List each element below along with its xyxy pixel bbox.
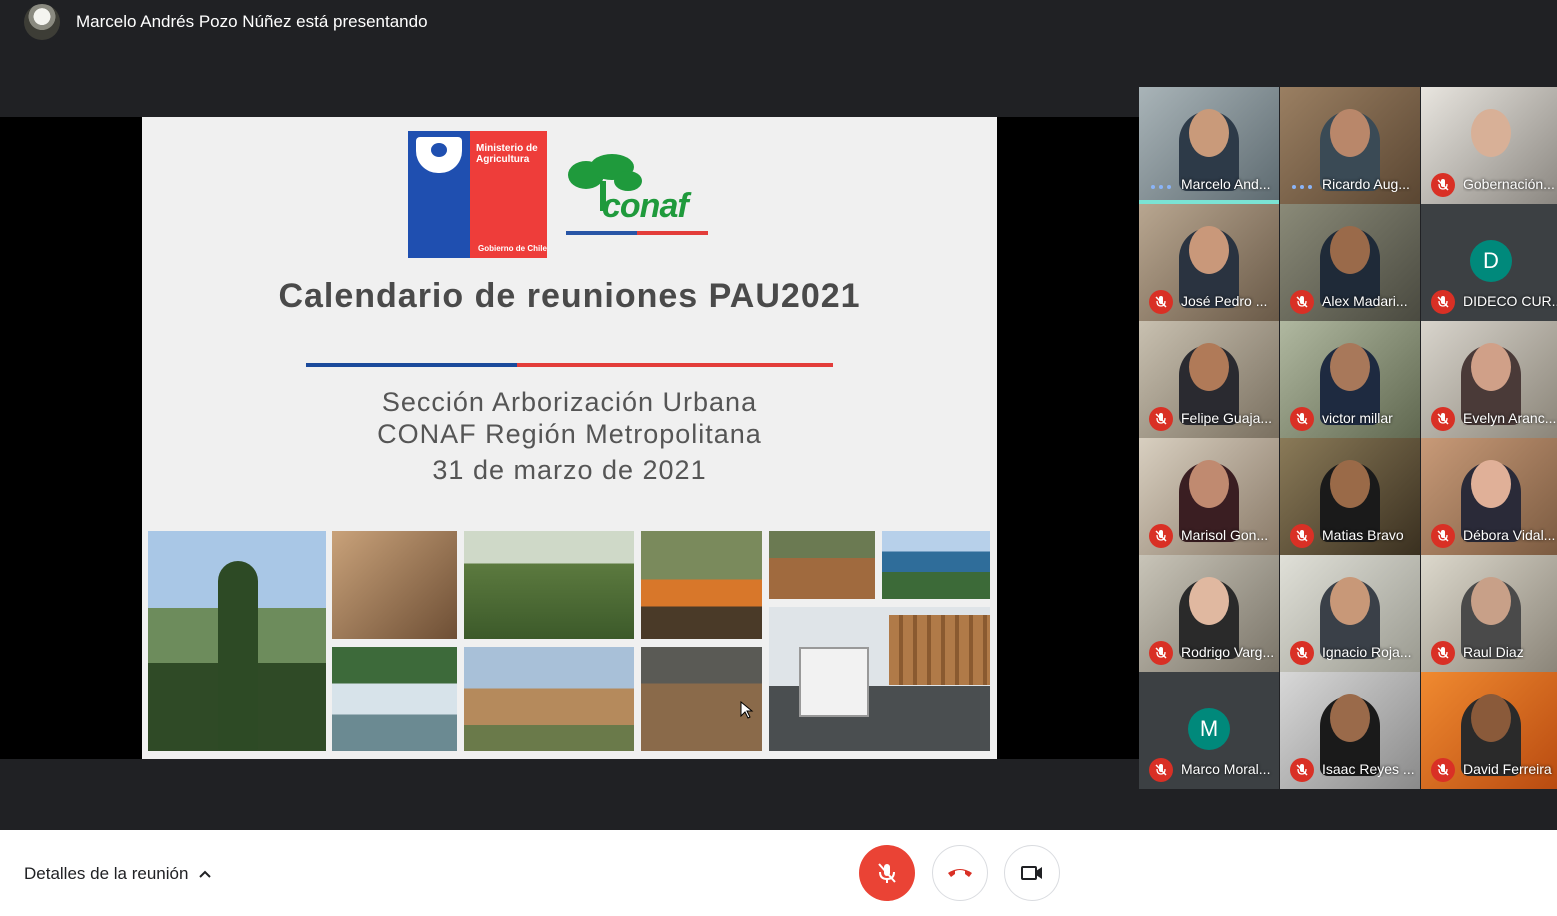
mic-off-icon — [1149, 641, 1173, 665]
participant-tile[interactable]: José Pedro ... — [1139, 204, 1279, 321]
participant-tile[interactable]: Raul Diaz — [1421, 555, 1557, 672]
slide-title: Calendario de reuniones PAU2021 — [278, 277, 861, 315]
ministry-line1: Ministerio de — [476, 143, 538, 154]
meet-window: Marcelo Andrés Pozo Núñez está presentan… — [0, 0, 1557, 916]
mic-off-icon — [1431, 173, 1455, 197]
participant-name: Marco Moral... — [1181, 761, 1271, 777]
participant-tile[interactable]: Débora Vidal... — [1421, 438, 1557, 555]
participant-tile[interactable]: victor millar — [1280, 321, 1420, 438]
gobierno-label: Gobierno de Chile — [478, 244, 547, 253]
participant-tile[interactable]: Marisol Gon... — [1139, 438, 1279, 555]
mic-off-icon — [1149, 524, 1173, 548]
slide-date: 31 de marzo de 2021 — [432, 455, 707, 485]
mouse-cursor-icon — [740, 701, 754, 719]
photo-araucaria-tree — [148, 531, 326, 751]
participant-name: DIDECO CUR... — [1463, 293, 1557, 309]
participant-name: José Pedro ... — [1181, 293, 1268, 309]
ministry-line2: Agricultura — [476, 154, 530, 165]
presentation-stage[interactable]: Ministerio de Agricultura Gobierno de Chi… — [0, 117, 1139, 759]
photo-log-truck-inspection — [769, 607, 990, 751]
slide-divider — [306, 363, 833, 367]
photo-palm-forest — [464, 531, 634, 639]
slide-subtitle-1: Sección Arborización Urbana — [381, 387, 758, 417]
gobierno-de-chile-logo: Ministerio de Agricultura Gobierno de Chi… — [408, 131, 547, 258]
participant-tile[interactable]: Rodrigo Varg... — [1139, 555, 1279, 672]
photo-lake-volcano — [882, 531, 990, 599]
presentation-slide: Ministerio de Agricultura Gobierno de Chi… — [142, 117, 997, 759]
mic-off-icon — [1149, 407, 1173, 431]
mic-off-icon — [1431, 641, 1455, 665]
presenter-bar: Marcelo Andrés Pozo Núñez está presentan… — [0, 0, 1557, 46]
participant-avatar: M — [1188, 708, 1230, 750]
mic-off-icon — [878, 863, 896, 883]
presenter-avatar — [24, 4, 60, 40]
participant-name: Ricardo Aug... — [1322, 176, 1410, 192]
participant-tile[interactable]: Matias Bravo — [1280, 438, 1420, 555]
participant-name: Raul Diaz — [1463, 644, 1524, 660]
photo-waterfall — [332, 647, 457, 751]
participant-name: Ignacio Roja... — [1322, 644, 1412, 660]
leave-call-button[interactable] — [932, 845, 988, 901]
participant-tile[interactable]: David Ferreira — [1421, 672, 1557, 789]
mic-off-icon — [1290, 524, 1314, 548]
participant-tile[interactable]: Isaac Reyes ... — [1280, 672, 1420, 789]
hang-up-icon — [948, 869, 972, 877]
photo-woodcarving — [332, 531, 457, 639]
participant-tile[interactable]: Felipe Guaja... — [1139, 321, 1279, 438]
photo-wildfire — [641, 531, 762, 639]
meeting-details-button[interactable]: Detalles de la reunión — [24, 864, 212, 884]
participant-name: victor millar — [1322, 410, 1393, 426]
mic-off-icon — [1290, 290, 1314, 314]
meeting-details-label: Detalles de la reunión — [24, 864, 189, 883]
presenter-label: Marcelo Andrés Pozo Núñez está presentan… — [76, 12, 428, 31]
conaf-logo: conaf — [566, 153, 712, 239]
photo-guanacos — [464, 647, 634, 751]
speaking-indicator-icon — [1151, 182, 1171, 192]
participant-name: Marcelo And... — [1181, 176, 1271, 192]
participant-tile[interactable]: Ignacio Roja... — [1280, 555, 1420, 672]
mic-off-icon — [1290, 407, 1314, 431]
participant-tile[interactable]: Alex Madari... — [1280, 204, 1420, 321]
participant-tile[interactable]: Ricardo Aug... — [1280, 87, 1420, 204]
participant-grid: Marcelo And... Ricardo Aug... Gobernació… — [1139, 87, 1557, 789]
camera-toggle-button[interactable] — [1004, 845, 1060, 901]
microphone-toggle-button[interactable] — [859, 845, 915, 901]
participant-name: Evelyn Aranc... — [1463, 410, 1557, 426]
slide-subtitle-2: CONAF Región Metropolitana — [377, 419, 762, 449]
participant-tile[interactable]: Gobernación... — [1421, 87, 1557, 204]
mic-off-icon — [1431, 407, 1455, 431]
speaking-indicator-icon — [1292, 182, 1312, 192]
participant-tile[interactable]: D DIDECO CUR... — [1421, 204, 1557, 321]
participant-name: Gobernación... — [1463, 176, 1555, 192]
mic-off-icon — [1290, 641, 1314, 665]
video-camera-icon — [1021, 866, 1042, 880]
participant-avatar: D — [1470, 240, 1512, 282]
participant-name: Marisol Gon... — [1181, 527, 1269, 543]
bottom-control-bar: Detalles de la reunión — [0, 830, 1557, 916]
participant-name: Alex Madari... — [1322, 293, 1408, 309]
participant-tile[interactable]: Marcelo And... — [1139, 87, 1279, 204]
participant-name: Isaac Reyes ... — [1322, 761, 1415, 777]
participant-name: Rodrigo Varg... — [1181, 644, 1275, 660]
participant-name: Felipe Guaja... — [1181, 410, 1273, 426]
conaf-wordmark: conaf — [602, 187, 689, 225]
photo-nursery-greenhouse — [641, 647, 762, 751]
participant-name: Matias Bravo — [1322, 527, 1404, 543]
participant-name: David Ferreira — [1463, 761, 1552, 777]
mic-off-icon — [1431, 758, 1455, 782]
chevron-up-icon — [199, 870, 212, 878]
mic-off-icon — [1431, 290, 1455, 314]
participant-name: Débora Vidal... — [1463, 527, 1556, 543]
mic-off-icon — [1149, 290, 1173, 314]
mic-off-icon — [1431, 524, 1455, 548]
mic-off-icon — [1149, 758, 1173, 782]
photo-lumber-work — [769, 531, 875, 599]
participant-tile[interactable]: M Marco Moral... — [1139, 672, 1279, 789]
participant-tile[interactable]: Evelyn Aranc... — [1421, 321, 1557, 438]
mic-off-icon — [1290, 758, 1314, 782]
